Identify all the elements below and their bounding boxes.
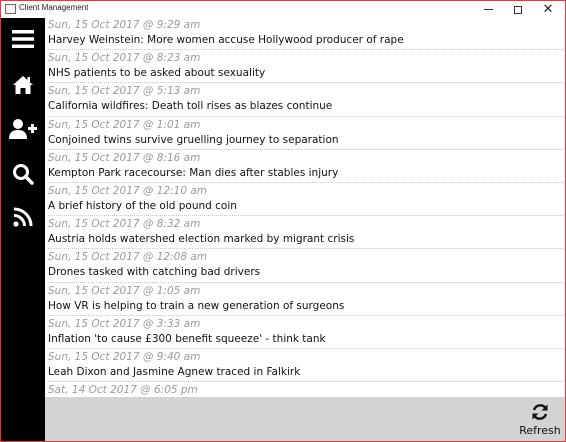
- divider: [48, 115, 565, 117]
- minimize-icon: [483, 9, 493, 10]
- hamburger-menu-icon: [12, 30, 34, 48]
- menu-button[interactable]: [1, 22, 45, 56]
- feed-item-headline: How VR is helping to train a new generat…: [48, 299, 345, 312]
- feed-item-date: Sun, 15 Oct 2017 @ 1:05 am: [48, 284, 201, 297]
- feed-item[interactable]: Sun, 15 Oct 2017 @ 8:23 am NHS patients …: [45, 51, 565, 84]
- divider: [48, 49, 565, 51]
- title-bar[interactable]: Client Management ✕: [1, 1, 565, 18]
- home-icon: [13, 76, 33, 94]
- divider: [48, 314, 565, 316]
- feed-item[interactable]: Sun, 15 Oct 2017 @ 3:33 am Inflation 'to…: [45, 317, 565, 350]
- feed-item-date: Sun, 15 Oct 2017 @ 9:40 am: [48, 350, 201, 363]
- bottom-app-bar: Refresh: [45, 397, 565, 441]
- feed-item-date: Sun, 15 Oct 2017 @ 1:01 am: [48, 118, 201, 131]
- feed-item[interactable]: Sun, 15 Oct 2017 @ 9:40 am Leah Dixon an…: [45, 350, 565, 383]
- feed-item-headline: Drones tasked with catching bad drivers: [48, 266, 261, 279]
- home-button[interactable]: [1, 68, 45, 102]
- divider: [48, 82, 565, 84]
- feed-item-date: Sun, 15 Oct 2017 @ 12:08 am: [48, 251, 207, 264]
- feed-item-date: Sun, 15 Oct 2017 @ 8:16 am: [48, 151, 201, 164]
- feed-item[interactable]: Sun, 15 Oct 2017 @ 12:08 am Drones taske…: [45, 250, 565, 283]
- feed-item-date: Sun, 15 Oct 2017 @ 12:10 am: [48, 184, 207, 197]
- divider: [48, 281, 565, 283]
- add-user-icon: [9, 119, 37, 139]
- divider: [48, 148, 565, 150]
- feed-item-date: Sun, 15 Oct 2017 @ 8:32 am: [48, 218, 201, 231]
- feed-item-headline: Inflation 'to cause £300 benefit squeeze…: [48, 332, 326, 345]
- feed-item-headline: Harvey Weinstein: More women accuse Holl…: [48, 34, 404, 46]
- feed-item[interactable]: Sat, 14 Oct 2017 @ 6:05 pm: [45, 383, 565, 397]
- maximize-icon: [514, 5, 522, 14]
- feed-item[interactable]: Sun, 15 Oct 2017 @ 1:01 am Conjoined twi…: [45, 118, 565, 151]
- rss-feed-icon: [13, 207, 33, 227]
- divider: [48, 381, 565, 383]
- feed-item-headline: Austria holds watershed election marked …: [48, 233, 355, 246]
- refresh-label: Refresh: [519, 424, 561, 437]
- divider: [48, 181, 565, 183]
- app-window: Client Management ✕ Sun, 15 Oct 2017 @ 9…: [0, 0, 566, 442]
- maximize-button[interactable]: [503, 1, 533, 18]
- divider: [48, 248, 565, 250]
- app-icon: [5, 4, 16, 14]
- feed-item-date: Sat, 14 Oct 2017 @ 6:05 pm: [48, 384, 198, 397]
- news-feed-list[interactable]: Sun, 15 Oct 2017 @ 9:29 am Harvey Weinst…: [45, 18, 565, 397]
- rss-feed-button[interactable]: [1, 200, 45, 234]
- refresh-icon: [532, 404, 548, 420]
- feed-item-date: Sun, 15 Oct 2017 @ 3:33 am: [48, 317, 201, 330]
- feed-item[interactable]: Sun, 15 Oct 2017 @ 1:05 am How VR is hel…: [45, 284, 565, 317]
- feed-item[interactable]: Sun, 15 Oct 2017 @ 9:29 am Harvey Weinst…: [45, 18, 565, 51]
- search-icon: [13, 164, 34, 185]
- window-title: Client Management: [19, 3, 89, 12]
- close-icon: ✕: [542, 2, 554, 17]
- feed-item-headline: NHS patients to be asked about sexuality: [48, 67, 266, 80]
- sidebar: [1, 18, 45, 441]
- search-button[interactable]: [1, 157, 45, 191]
- feed-item-headline: California wildfires: Death toll rises a…: [48, 100, 333, 113]
- feed-item-date: Sun, 15 Oct 2017 @ 9:29 am: [48, 19, 201, 31]
- minimize-button[interactable]: [473, 1, 503, 18]
- feed-item-date: Sun, 15 Oct 2017 @ 8:23 am: [48, 52, 201, 65]
- feed-item[interactable]: Sun, 15 Oct 2017 @ 8:16 am Kempton Park …: [45, 151, 565, 184]
- feed-item[interactable]: Sun, 15 Oct 2017 @ 8:32 am Austria holds…: [45, 217, 565, 250]
- feed-item-date: Sun, 15 Oct 2017 @ 5:13 am: [48, 85, 201, 98]
- add-client-button[interactable]: [1, 112, 45, 146]
- feed-item[interactable]: Sun, 15 Oct 2017 @ 12:10 am A brief hist…: [45, 184, 565, 217]
- refresh-button[interactable]: Refresh: [517, 403, 563, 441]
- feed-item-headline: A brief history of the old pound coin: [48, 199, 237, 212]
- feed-item-headline: Leah Dixon and Jasmine Agnew traced in F…: [48, 365, 301, 378]
- feed-item[interactable]: Sun, 15 Oct 2017 @ 5:13 am California wi…: [45, 84, 565, 117]
- divider: [48, 215, 565, 217]
- divider: [48, 347, 565, 349]
- feed-item-headline: Conjoined twins survive gruelling journe…: [48, 133, 339, 146]
- close-button[interactable]: ✕: [533, 1, 563, 18]
- feed-item-headline: Kempton Park racecourse: Man dies after …: [48, 166, 339, 179]
